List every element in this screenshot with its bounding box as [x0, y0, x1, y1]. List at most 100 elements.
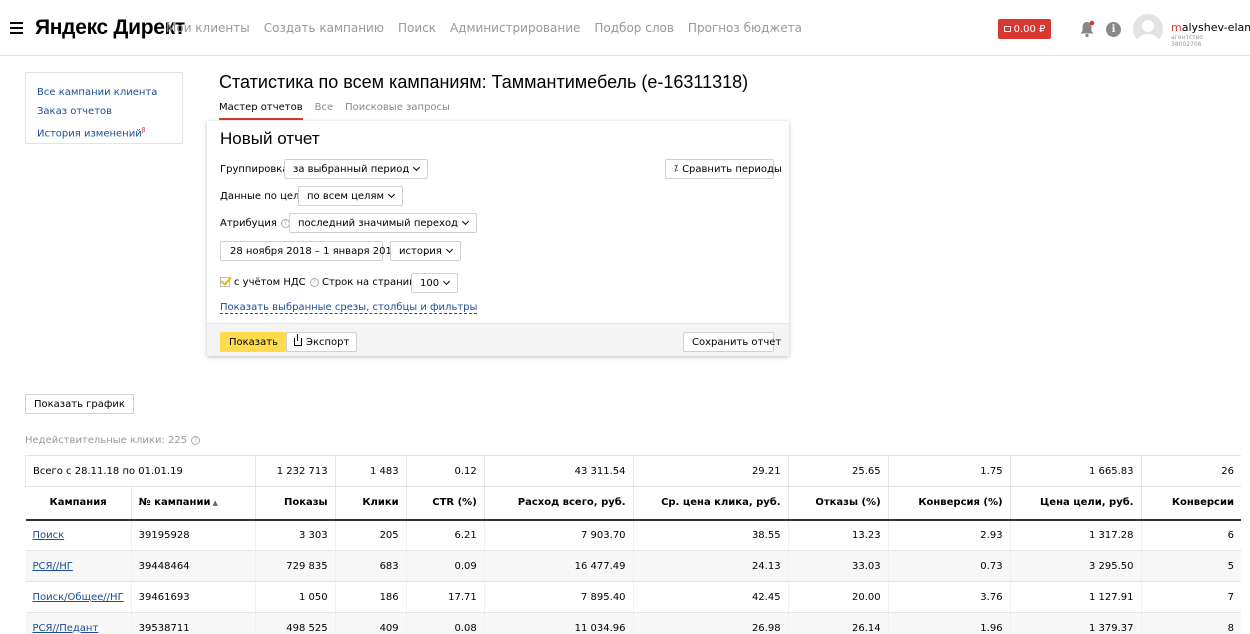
vat-label: с учётом НДС?: [234, 277, 319, 288]
export-button[interactable]: Экспорт: [286, 332, 358, 352]
wallet-icon: [1003, 26, 1011, 32]
history-select[interactable]: история: [390, 241, 461, 261]
table-cell: 1 050: [255, 581, 336, 613]
col-header-spend[interactable]: Расход всего, руб.: [484, 486, 634, 521]
table-row: Поиск/Общее//НГ 39461693 1 050 186 17.71…: [25, 581, 1241, 613]
col-header-conversion-rate[interactable]: Конверсия (%): [888, 486, 1011, 521]
grouping-select[interactable]: за выбранный период: [284, 159, 429, 179]
table-cell: 186: [335, 581, 407, 613]
nav-administration[interactable]: Администрирование: [450, 21, 580, 35]
campaign-link[interactable]: РСЯ//Педант: [33, 623, 99, 634]
table-cell: 39448464: [131, 550, 257, 582]
table-cell: 3 295.50: [1010, 550, 1142, 582]
bell-icon[interactable]: [1078, 20, 1096, 38]
tab-search-queries[interactable]: Поисковые запросы: [345, 102, 450, 120]
table-cell: 17.71: [406, 581, 485, 613]
table-cell: 1 317.28: [1010, 519, 1142, 551]
save-report-button[interactable]: Сохранить отчет: [683, 332, 781, 352]
table-cell: 42.45: [633, 581, 789, 613]
user-role: агентство 38002706: [1171, 34, 1203, 48]
campaign-link[interactable]: Поиск/Общее//НГ: [33, 592, 124, 603]
campaign-link[interactable]: Поиск: [33, 530, 65, 541]
table-cell: 20.00: [788, 581, 889, 613]
show-button[interactable]: Показать: [220, 332, 287, 352]
table-cell: 16 477.49: [484, 550, 634, 582]
table-cell: 13.23: [788, 519, 889, 551]
nav-my-clients[interactable]: Мои клиенты: [166, 21, 250, 35]
chevron-down-icon: [387, 190, 396, 199]
tab-all[interactable]: Все: [315, 102, 334, 120]
table-cell: 38.55: [633, 519, 789, 551]
table-cell: 7: [1141, 581, 1241, 613]
col-header-conversions[interactable]: Конверсии: [1141, 486, 1241, 521]
compare-icon: ⁒: [674, 164, 679, 174]
nav-budget-forecast[interactable]: Прогноз бюджета: [688, 21, 802, 35]
totals-cell: 25.65: [788, 455, 889, 487]
col-header-avg-cpc[interactable]: Ср. цена клика, руб.: [633, 486, 789, 521]
rows-per-page-select[interactable]: 100: [411, 273, 459, 293]
table-cell: 729 835: [255, 550, 336, 582]
totals-row: Всего с 28.11.18 по 01.01.19 1 232 713 1…: [24, 455, 1241, 487]
nav-keyword-selection[interactable]: Подбор слов: [594, 21, 674, 35]
beta-badge: β: [141, 127, 146, 134]
show-slices-link[interactable]: Показать выбранные срезы, столбцы и филь…: [220, 302, 478, 314]
goals-label: Данные по цели: [220, 191, 306, 202]
col-header-bounces[interactable]: Отказы (%): [788, 486, 889, 521]
table-cell: 205: [335, 519, 407, 551]
table-cell: 498 525: [255, 612, 336, 634]
col-header-ctr[interactable]: CTR (%): [406, 486, 485, 521]
nav-create-campaign[interactable]: Создать кампанию: [264, 21, 384, 35]
sidebar-item-order-reports[interactable]: Заказ отчетов: [37, 102, 182, 121]
report-panel: Новый отчет Группировка за выбранный пер…: [207, 121, 789, 356]
table-cell: 1 379.37: [1010, 612, 1142, 634]
compare-periods-button[interactable]: ⁒ Сравнить периоды: [665, 159, 782, 179]
totals-cell: 0.12: [406, 455, 485, 487]
totals-cell: 26: [1141, 455, 1241, 487]
date-range-picker[interactable]: 28 ноября 2018 – 1 января 2019: [220, 241, 398, 261]
info-icon[interactable]: i: [1106, 22, 1121, 37]
grouping-label: Группировка: [220, 164, 289, 175]
table-cell: 409: [335, 612, 407, 634]
show-graph-button[interactable]: Показать график: [25, 394, 134, 414]
sidebar-item-change-history[interactable]: История измененийβ: [37, 121, 182, 143]
nav-search[interactable]: Поиск: [398, 21, 436, 35]
totals-label: Всего с 28.11.18 по 01.01.19: [24, 455, 257, 487]
chevron-down-icon: [461, 217, 470, 226]
goals-select[interactable]: по всем целям: [298, 186, 404, 206]
attribution-select[interactable]: последний значимый переход: [289, 213, 477, 233]
totals-cell: 1 483: [335, 455, 407, 487]
table-row: Поиск 39195928 3 303 205 6.21 7 903.70 3…: [25, 519, 1241, 551]
statistics-table: Всего с 28.11.18 по 01.01.19 1 232 713 1…: [24, 455, 1241, 634]
col-header-campaign-id[interactable]: № кампании ▲: [131, 486, 257, 521]
user-name[interactable]: malyshev-elama: [1171, 21, 1250, 34]
table-cell: 39195928: [131, 519, 257, 551]
top-header: Яндекс Директ Мои клиенты Создать кампан…: [0, 0, 1250, 56]
tab-report-wizard[interactable]: Мастер отчетов: [219, 102, 303, 120]
report-footer: Показать Экспорт Сохранить отчет: [207, 323, 789, 356]
attribution-label: Атрибуция?: [220, 218, 290, 229]
table-cell: 2.93: [888, 519, 1011, 551]
yandex-direct-logo[interactable]: Яндекс Директ: [35, 16, 185, 40]
menu-icon[interactable]: [10, 22, 23, 34]
col-header-clicks[interactable]: Клики: [335, 486, 407, 521]
vat-checkbox[interactable]: [220, 277, 230, 287]
report-tabs: Мастер отчетов Все Поисковые запросы: [219, 102, 462, 120]
totals-cell: 43 311.54: [484, 455, 634, 487]
col-header-goal-cost[interactable]: Цена цели, руб.: [1010, 486, 1142, 521]
balance-button[interactable]: 0.00 ₽: [998, 19, 1051, 39]
help-icon: ?: [191, 435, 201, 445]
table-cell: 5: [1141, 550, 1241, 582]
avatar[interactable]: [1133, 14, 1163, 44]
table-cell: 24.13: [633, 550, 789, 582]
balance-value: 0.00 ₽: [1013, 23, 1046, 35]
table-cell: 8: [1141, 612, 1241, 634]
invalid-clicks: Недействительные клики: 225?: [25, 435, 201, 446]
table-cell: 0.73: [888, 550, 1011, 582]
table-row: РСЯ//Педант 39538711 498 525 409 0.08 11…: [25, 612, 1241, 634]
col-header-impressions[interactable]: Показы: [255, 486, 336, 521]
col-header-campaign[interactable]: Кампания: [25, 486, 132, 521]
rows-per-page-label: Строк на странице: [322, 277, 423, 288]
table-cell: 33.03: [788, 550, 889, 582]
campaign-link[interactable]: РСЯ//НГ: [33, 561, 73, 572]
sidebar-item-all-campaigns[interactable]: Все кампании клиента: [37, 83, 182, 102]
